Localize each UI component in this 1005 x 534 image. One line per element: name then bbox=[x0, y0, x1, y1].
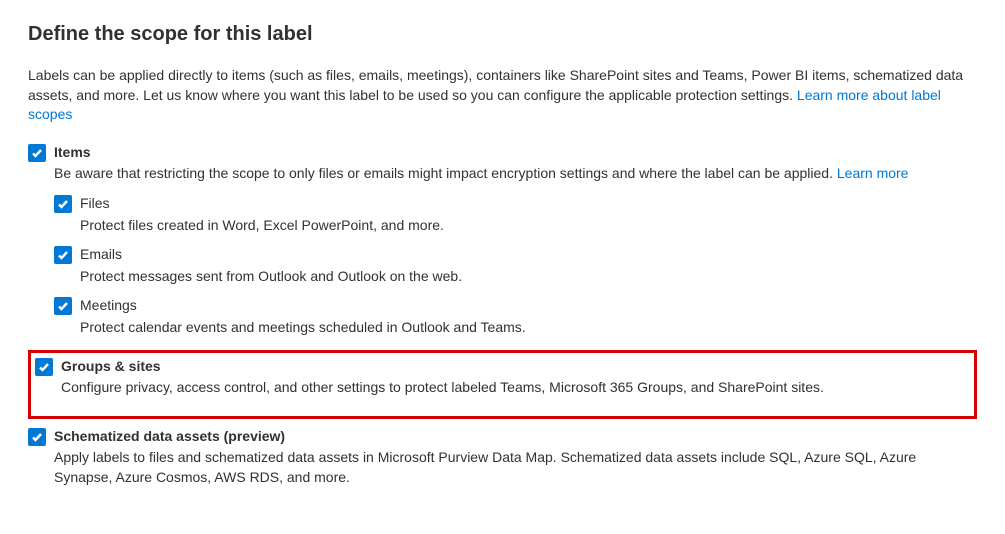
checkmark-icon bbox=[57, 198, 69, 210]
items-checkbox[interactable] bbox=[28, 144, 46, 162]
checkmark-icon bbox=[57, 300, 69, 312]
checkmark-icon bbox=[57, 249, 69, 261]
scope-emails-subsection: Emails Protect messages sent from Outloo… bbox=[54, 245, 977, 286]
files-description: Protect files created in Word, Excel Pow… bbox=[80, 216, 977, 236]
emails-label: Emails bbox=[80, 245, 122, 265]
groups-description: Configure privacy, access control, and o… bbox=[61, 378, 968, 398]
checkmark-icon bbox=[38, 361, 50, 373]
checkmark-icon bbox=[31, 431, 43, 443]
emails-checkbox[interactable] bbox=[54, 246, 72, 264]
groups-checkbox[interactable] bbox=[35, 358, 53, 376]
groups-label: Groups & sites bbox=[61, 357, 161, 377]
checkmark-icon bbox=[31, 147, 43, 159]
schematized-description: Apply labels to files and schematized da… bbox=[54, 448, 977, 487]
page-heading: Define the scope for this label bbox=[28, 20, 977, 48]
emails-description: Protect messages sent from Outlook and O… bbox=[80, 267, 977, 287]
meetings-description: Protect calendar events and meetings sch… bbox=[80, 318, 977, 338]
scope-meetings-subsection: Meetings Protect calendar events and mee… bbox=[54, 296, 977, 337]
schematized-checkbox[interactable] bbox=[28, 428, 46, 446]
meetings-checkbox[interactable] bbox=[54, 297, 72, 315]
intro-paragraph: Labels can be applied directly to items … bbox=[28, 66, 977, 125]
meetings-label: Meetings bbox=[80, 296, 137, 316]
items-description: Be aware that restricting the scope to o… bbox=[54, 164, 977, 184]
items-label: Items bbox=[54, 143, 91, 163]
scope-schematized-section: Schematized data assets (preview) Apply … bbox=[28, 427, 977, 488]
items-learn-more-link[interactable]: Learn more bbox=[837, 165, 909, 181]
schematized-label: Schematized data assets (preview) bbox=[54, 427, 285, 447]
files-label: Files bbox=[80, 194, 110, 214]
scope-groups-section: Groups & sites Configure privacy, access… bbox=[28, 350, 977, 419]
files-checkbox[interactable] bbox=[54, 195, 72, 213]
scope-items-section: Items Be aware that restricting the scop… bbox=[28, 143, 977, 338]
scope-files-subsection: Files Protect files created in Word, Exc… bbox=[54, 194, 977, 235]
